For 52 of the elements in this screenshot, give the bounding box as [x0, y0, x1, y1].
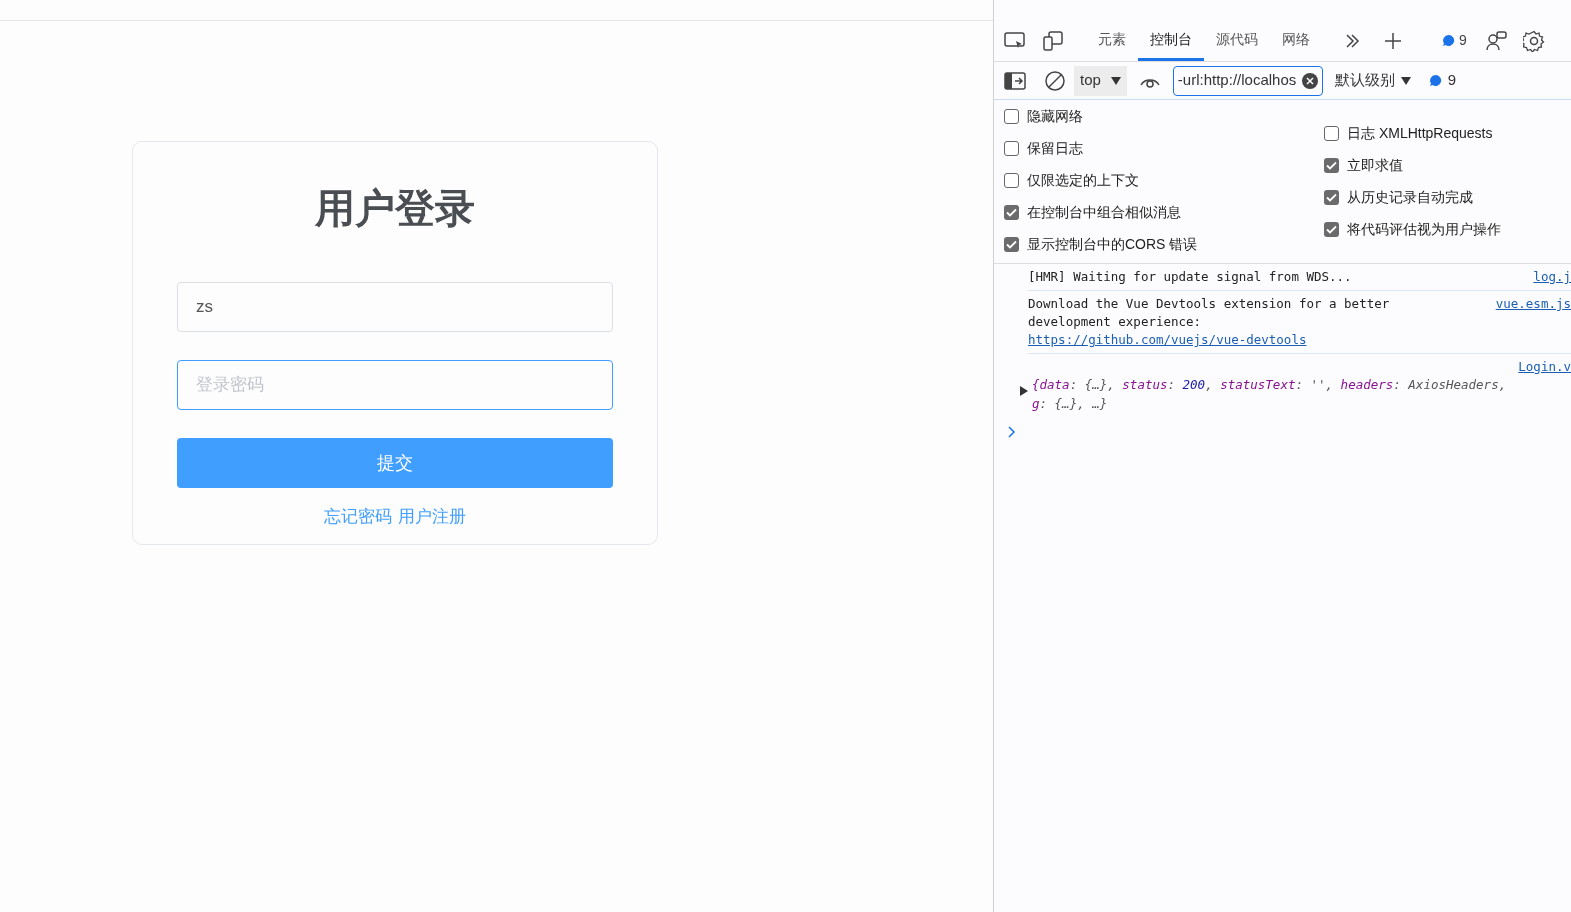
- setting-label: 保留日志: [1027, 138, 1083, 158]
- setting-label: 从历史记录自动完成: [1347, 187, 1473, 207]
- expand-triangle-icon[interactable]: [1020, 386, 1028, 396]
- filter-field[interactable]: -url:http://localhos: [1172, 65, 1323, 96]
- checkbox[interactable]: [1004, 236, 1019, 252]
- context-dropdown[interactable]: top: [1074, 65, 1127, 96]
- setting-label: 将代码评估视为用户操作: [1347, 219, 1501, 239]
- log-message: [HMR] Waiting for update signal from WDS...: [1028, 268, 1352, 286]
- log-link[interactable]: https://github.com/vuejs/vue-devtools: [1028, 332, 1307, 347]
- caret-icon: [1110, 76, 1121, 85]
- message-icon: [1442, 34, 1455, 47]
- checkbox[interactable]: [1004, 140, 1019, 156]
- sidebar-toggle-icon[interactable]: [1004, 71, 1026, 90]
- setting-label: 仅限选定的上下文: [1027, 170, 1139, 190]
- checkbox[interactable]: [1324, 157, 1339, 173]
- issues-badge[interactable]: 9: [1442, 30, 1467, 51]
- panel-tab[interactable]: 源代码: [1204, 20, 1270, 61]
- more-tabs-icon[interactable]: [1344, 32, 1360, 49]
- source-link[interactable]: vue.esm.js: [1495, 295, 1571, 314]
- checkbox[interactable]: [1324, 125, 1339, 141]
- caret-icon: [1400, 76, 1411, 85]
- setting-label: 立即求值: [1347, 155, 1403, 175]
- source-link[interactable]: log.j: [1533, 268, 1571, 287]
- clear-filter-icon[interactable]: [1301, 72, 1318, 89]
- panel-tab[interactable]: 控制台: [1138, 20, 1204, 61]
- checkbox[interactable]: [1324, 189, 1339, 205]
- messages-count: 9: [1447, 70, 1457, 91]
- source-link[interactable]: Login.v: [1518, 358, 1571, 377]
- password-field[interactable]: 登录密码: [177, 360, 613, 410]
- checkbox[interactable]: [1004, 204, 1019, 220]
- log-message: Download the Vue Devtools extension for a better development experience:: [1028, 295, 1390, 331]
- setting-label: 隐藏网络: [1027, 106, 1083, 126]
- people-icon[interactable]: [1484, 29, 1507, 52]
- settings-icon[interactable]: [1522, 29, 1545, 52]
- setting-label: 在控制台中组合相似消息: [1027, 202, 1181, 222]
- log-level-dropdown[interactable]: 默认级别: [1334, 69, 1411, 92]
- setting-label: 显示控制台中的CORS 错误: [1027, 234, 1198, 254]
- object-preview: {data: {…}, status: 200, statusText: '', headers: AxiosHeaders, g: {…}, …}: [1032, 376, 1507, 413]
- device-toolbar-icon[interactable]: [1042, 30, 1064, 51]
- checkbox[interactable]: [1004, 172, 1019, 188]
- username-field[interactable]: zs: [177, 282, 613, 332]
- checkbox[interactable]: [1004, 108, 1019, 124]
- login-title: 用户登录: [315, 185, 475, 232]
- message-icon: [1428, 74, 1442, 87]
- setting-label: 日志 XMLHttpRequests: [1347, 123, 1493, 143]
- clear-console-icon[interactable]: [1044, 69, 1066, 92]
- issues-count: 9: [1459, 31, 1467, 50]
- prompt-chevron-icon[interactable]: [1008, 425, 1016, 438]
- panel-tab[interactable]: 元素: [1086, 20, 1138, 61]
- panel-tab[interactable]: 网络: [1270, 20, 1322, 61]
- plus-icon[interactable]: [1384, 31, 1402, 50]
- checkbox[interactable]: [1324, 221, 1339, 237]
